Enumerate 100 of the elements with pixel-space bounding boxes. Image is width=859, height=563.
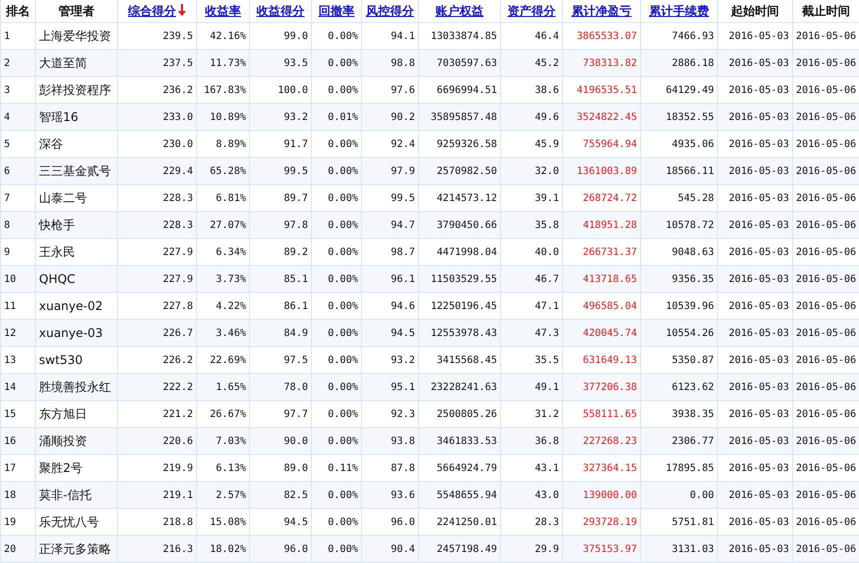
table-cell: 1.65%: [216, 382, 246, 392]
table-cell: 0.00%: [328, 408, 358, 420]
table-cell: 36.8: [534, 436, 559, 446]
table-cell: 93.5: [284, 58, 308, 68]
table-cell: 99.5: [390, 192, 415, 204]
table-cell: 5350.87: [672, 354, 714, 366]
table-cell: 27.07%: [210, 220, 246, 230]
table-cell: 45.2: [534, 58, 559, 68]
table-cell: 18566.11: [666, 166, 714, 176]
table-cell: 5: [4, 138, 10, 150]
table-cell: 65.28%: [210, 166, 246, 176]
table-cell: 3.73%: [216, 274, 246, 284]
table-cell: 智瑶16: [39, 110, 78, 124]
table-cell: QHQC: [39, 272, 76, 286]
table-cell: 13033874.85: [430, 30, 497, 42]
table-cell: 229.4: [162, 166, 193, 176]
table-cell: 正泽元多策略: [39, 542, 111, 556]
table-cell: 2016-05-03: [728, 112, 789, 122]
table-cell: 2016-05-06: [796, 462, 856, 474]
table-cell: 2: [4, 58, 10, 68]
table-cell: 221.2: [162, 408, 193, 420]
table-cell: 97.9: [390, 166, 415, 176]
table-cell: 2016-05-06: [796, 408, 856, 420]
table-cell: 35895857.48: [430, 112, 497, 122]
table-cell: 35.5: [534, 354, 559, 366]
table-cell: 49.1: [534, 382, 559, 392]
table-cell: 755964.94: [582, 138, 637, 150]
table-cell: 2457198.49: [436, 544, 497, 554]
table-cell: 6696994.51: [436, 84, 497, 96]
table-cell: 2016-05-06: [796, 516, 856, 528]
table-cell: 乐无忧八号: [39, 514, 99, 528]
column-header: 起始时间: [731, 4, 779, 18]
table-cell: 0.00%: [328, 220, 358, 230]
table-cell: 0.01%: [328, 112, 358, 122]
table-cell: 0.00%: [328, 382, 358, 392]
table-cell: 0.00%: [328, 192, 358, 204]
table-cell: 11: [4, 300, 16, 312]
table-cell: 268724.72: [582, 192, 637, 204]
table-cell: 94.5: [390, 328, 415, 338]
table-cell: 239.5: [162, 30, 193, 42]
table-cell: 94.5: [284, 516, 308, 528]
table-cell: 12: [4, 328, 16, 338]
table-cell: 10554.26: [666, 328, 714, 338]
table-cell: 2886.18: [672, 58, 714, 68]
table-cell: 222.2: [162, 382, 193, 392]
table-cell: 2500805.26: [436, 408, 497, 420]
table-cell: 胜境善投永红: [39, 380, 111, 394]
table-cell: 3131.03: [672, 544, 714, 554]
table-cell: 0.00%: [328, 354, 358, 366]
table-cell: 266731.37: [582, 246, 637, 258]
table-cell: 218.8: [162, 516, 193, 528]
table-cell: 418951.28: [582, 220, 637, 230]
table-cell: 0.00%: [328, 328, 358, 338]
table-cell: 3938.35: [672, 408, 714, 420]
column-header: 排名: [6, 4, 30, 18]
table-cell: 0.00%: [328, 490, 358, 500]
table-cell: 2016-05-03: [728, 192, 789, 204]
table-cell: 216.3: [162, 544, 193, 554]
table-cell: 2016-05-03: [728, 30, 789, 42]
table-cell: 2016-05-03: [728, 300, 789, 312]
table-cell: 38.6: [534, 84, 559, 96]
table-cell: 99.5: [284, 166, 308, 176]
table-cell: 2.57%: [216, 490, 246, 500]
table-cell: 98.7: [390, 246, 415, 258]
table-cell: 43.1: [534, 462, 559, 474]
table-cell: 7466.93: [672, 30, 714, 42]
table-cell: 上海爱华投资: [39, 28, 111, 42]
table-cell: 2016-05-06: [796, 328, 856, 338]
table-cell: 0.00%: [328, 436, 358, 446]
table-cell: 89.7: [284, 192, 308, 204]
table-cell: 39.1: [534, 192, 559, 204]
table-cell: 快枪手: [39, 218, 75, 232]
table-cell: 18.02%: [210, 544, 246, 554]
table-cell: 涌顺投资: [39, 434, 87, 448]
table-cell: 20: [4, 544, 16, 554]
table-cell: 139000.00: [582, 490, 637, 500]
table-cell: 23228241.63: [430, 382, 497, 392]
table-cell: 9259326.58: [436, 138, 497, 150]
table-cell: 2016-05-06: [796, 58, 856, 68]
table-cell: 0.00%: [328, 246, 358, 258]
table-cell: 97.8: [284, 220, 308, 230]
table-cell: 6: [4, 166, 10, 176]
table-cell: 3790450.66: [436, 220, 497, 230]
table-cell: 8: [4, 220, 10, 230]
table-cell: 99.0: [284, 30, 308, 42]
table-cell: 4214573.12: [436, 192, 497, 204]
table-cell: xuanye-03: [39, 326, 103, 340]
table-cell: 16: [4, 436, 16, 446]
table-cell: 98.8: [390, 58, 415, 68]
table-cell: 32.0: [534, 166, 559, 176]
table-cell: 2016-05-03: [728, 408, 789, 420]
table-cell: 1: [4, 30, 10, 42]
table-cell: 3865533.07: [576, 30, 637, 42]
table-cell: 6123.62: [672, 382, 714, 392]
table-cell: 2016-05-06: [796, 274, 856, 284]
table-cell: 3: [4, 84, 10, 96]
table-cell: 2570982.50: [436, 166, 497, 176]
table-cell: 12553978.43: [430, 328, 497, 338]
table-cell: 7030597.63: [436, 58, 497, 68]
table-cell: 0.00%: [328, 516, 358, 528]
